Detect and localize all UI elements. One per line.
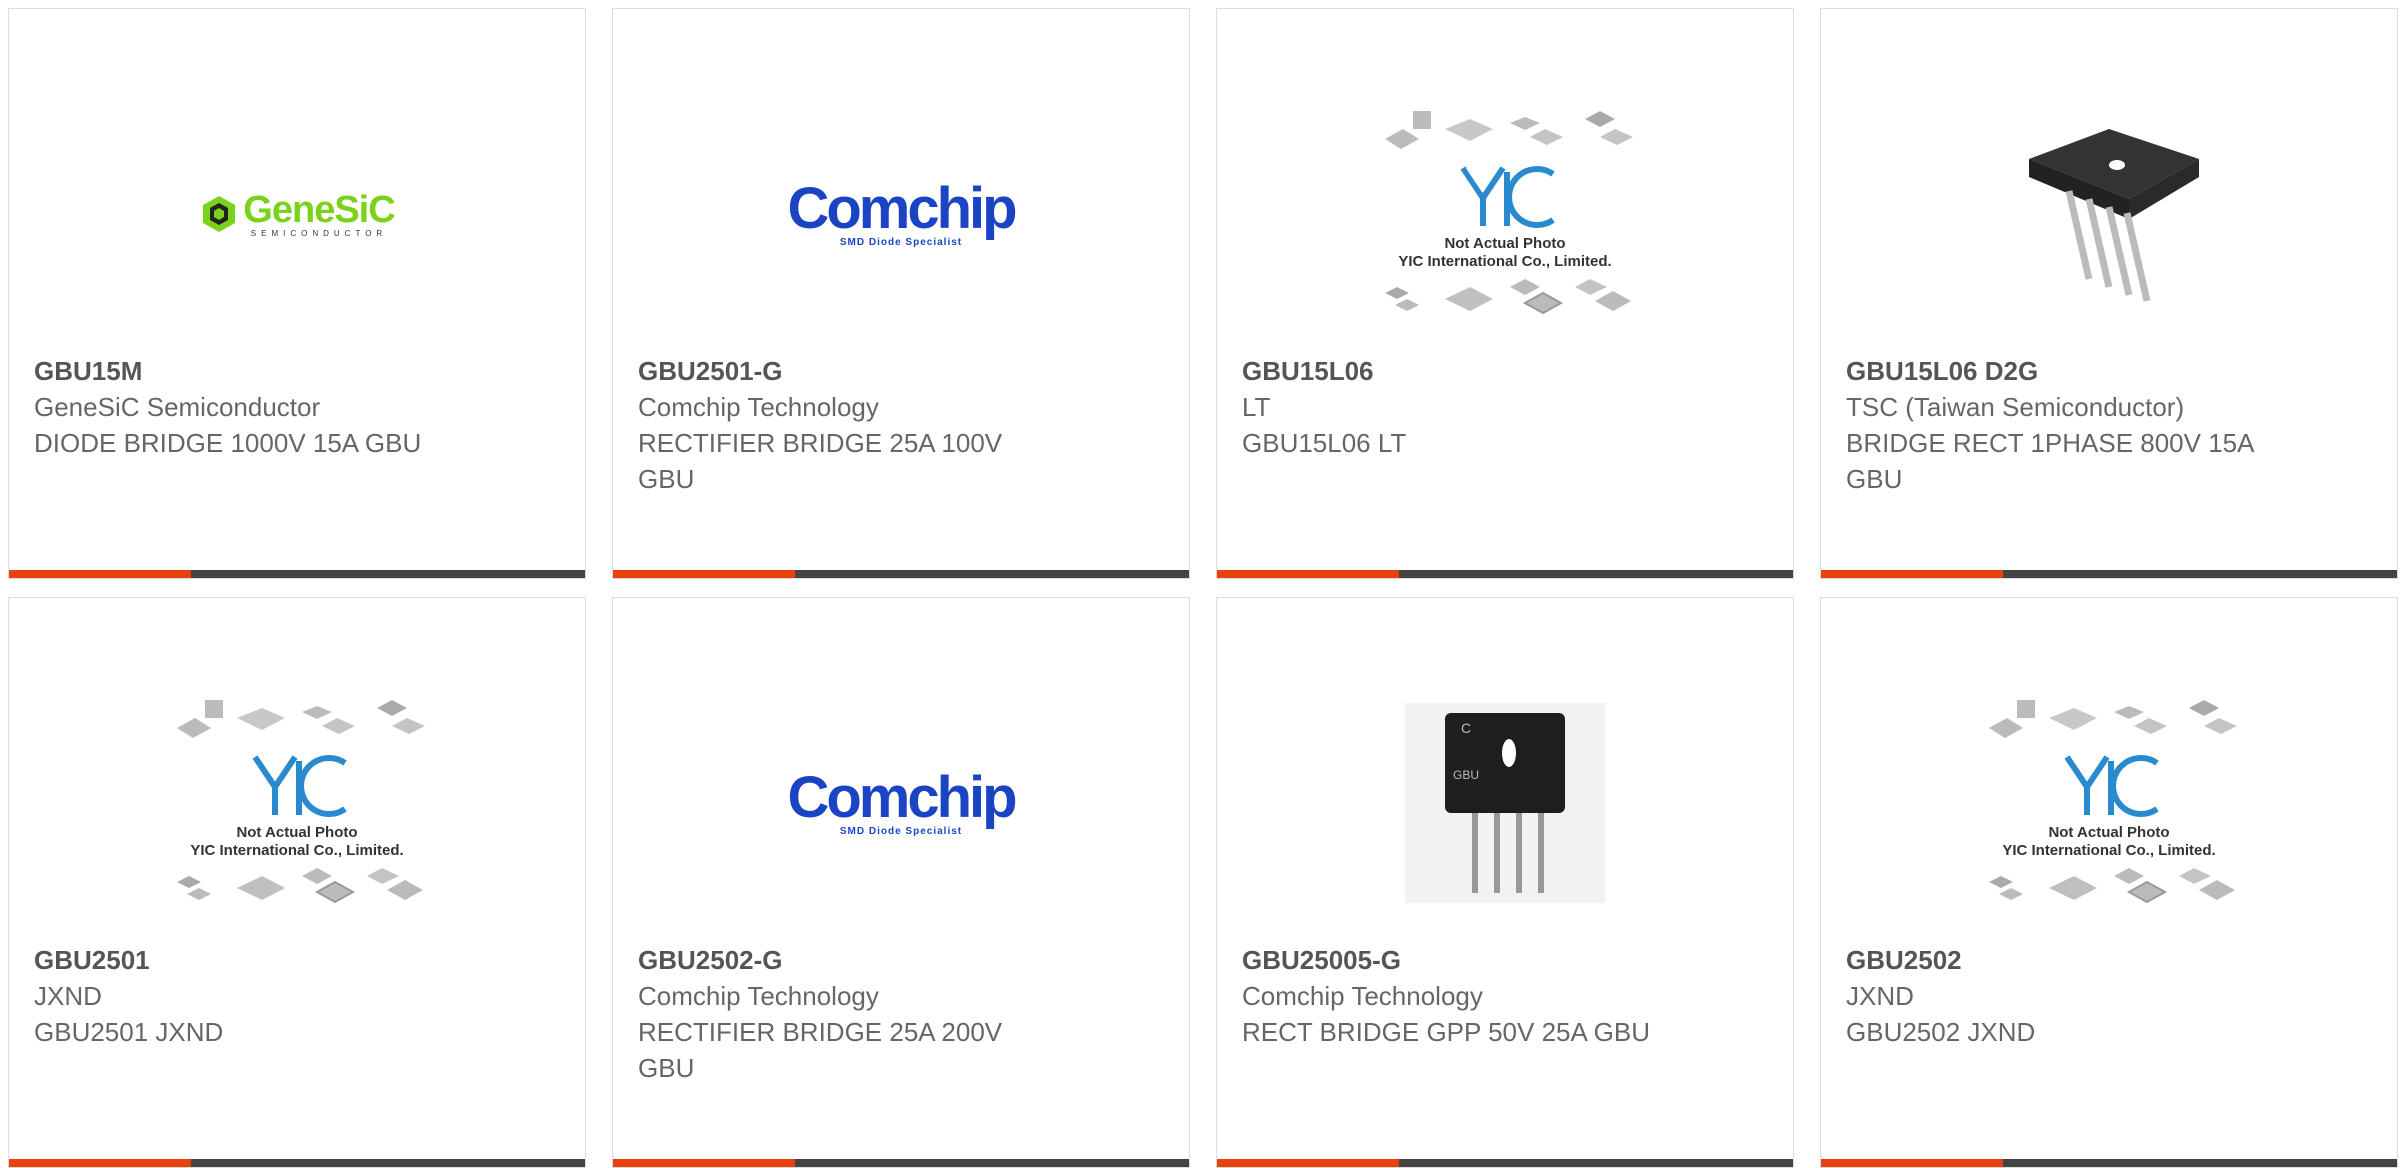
description: BRIDGE RECT 1PHASE 800V 15A GBU <box>1846 428 2254 494</box>
bridge-rectifier-icon <box>2029 129 2199 302</box>
manufacturer: TSC (Taiwan Semiconductor) <box>1846 392 2185 422</box>
yic-placeholder: Not Actual Photo YIC International Co., … <box>167 696 427 911</box>
manufacturer: JXND <box>1846 981 1914 1011</box>
genesic-hex-icon <box>203 196 236 232</box>
product-image[interactable]: Comchip SMD Diode Specialist <box>613 69 1189 359</box>
product-image[interactable]: C GBU <box>1217 658 1793 948</box>
product-card[interactable]: Not Actual Photo YIC International Co., … <box>1820 597 2398 1168</box>
card-footer-bar <box>613 1159 1189 1167</box>
part-number[interactable]: GBU2502-G <box>638 942 1049 978</box>
bridge-rectifier-icon: C GBU <box>1405 703 1605 903</box>
description: RECT BRIDGE GPP 50V 25A GBU <box>1242 1017 1650 1047</box>
yic-logo-icon <box>252 754 347 817</box>
card-footer-bar <box>1217 570 1793 578</box>
product-image[interactable]: Not Actual Photo YIC International Co., … <box>1217 69 1793 359</box>
comchip-logo: Comchip SMD Diode Specialist <box>787 175 1017 248</box>
product-image[interactable]: Comchip SMD Diode Specialist <box>613 658 1189 948</box>
description: GBU2502 JXND <box>1846 1017 2036 1047</box>
product-image[interactable]: Not Actual Photo YIC International Co., … <box>1821 658 2397 948</box>
product-card[interactable]: Not Actual Photo YIC International Co., … <box>1216 8 1794 579</box>
product-image[interactable]: Not Actual Photo YIC International Co., … <box>9 658 585 948</box>
part-number[interactable]: GBU2501 <box>34 942 445 978</box>
yic-placeholder: Not Actual Photo YIC International Co., … <box>1979 696 2239 911</box>
part-number[interactable]: GBU15M <box>34 353 445 389</box>
card-footer-bar <box>9 1159 585 1167</box>
yic-logo-icon <box>1460 165 1555 228</box>
product-card[interactable]: C GBU GBU25005-G Comchip Technology RECT… <box>1216 597 1794 1168</box>
product-card[interactable]: Comchip SMD Diode Specialist GBU2501-G C… <box>612 8 1190 579</box>
comchip-logo: Comchip SMD Diode Specialist <box>787 764 1017 837</box>
chips-top-icon <box>1385 110 1633 149</box>
chips-top-icon <box>177 699 425 738</box>
part-number[interactable]: GBU15L06 <box>1242 353 1653 389</box>
description: GBU2501 JXND <box>34 1017 224 1047</box>
svg-text:GBU: GBU <box>1453 768 1479 782</box>
card-footer-bar <box>1821 570 2397 578</box>
card-footer-bar <box>1821 1159 2397 1167</box>
part-number[interactable]: GBU15L06 D2G <box>1846 353 2257 389</box>
product-image[interactable] <box>1821 69 2397 359</box>
genesic-logo: GeneSiC SEMICONDUCTOR <box>199 191 396 238</box>
manufacturer: Comchip Technology <box>638 981 879 1011</box>
description: RECTIFIER BRIDGE 25A 200V GBU <box>638 1017 1003 1083</box>
manufacturer: JXND <box>34 981 102 1011</box>
yic-logo-icon <box>2064 754 2159 817</box>
product-card[interactable]: Comchip SMD Diode Specialist GBU2502-G C… <box>612 597 1190 1168</box>
part-number[interactable]: GBU2502 <box>1846 942 2257 978</box>
part-number[interactable]: GBU25005-G <box>1242 942 1653 978</box>
part-number[interactable]: GBU2501-G <box>638 353 1049 389</box>
card-footer-bar <box>613 570 1189 578</box>
description: RECTIFIER BRIDGE 25A 100V GBU <box>638 428 1003 494</box>
product-card[interactable]: GeneSiC SEMICONDUCTOR GBU15M GeneSiC Sem… <box>8 8 586 579</box>
card-footer-bar <box>9 570 585 578</box>
product-image[interactable]: GeneSiC SEMICONDUCTOR <box>9 69 585 359</box>
chips-bottom-icon <box>1385 278 1631 314</box>
product-card[interactable]: GBU15L06 D2G TSC (Taiwan Semiconductor) … <box>1820 8 2398 579</box>
product-card[interactable]: Not Actual Photo YIC International Co., … <box>8 597 586 1168</box>
manufacturer: GeneSiC Semiconductor <box>34 392 321 422</box>
chips-top-icon <box>1989 699 2237 738</box>
svg-text:C: C <box>1461 720 1471 736</box>
chips-bottom-icon <box>1989 867 2235 903</box>
description: DIODE BRIDGE 1000V 15A GBU <box>34 428 422 458</box>
manufacturer: LT <box>1242 392 1271 422</box>
manufacturer: Comchip Technology <box>638 392 879 422</box>
manufacturer: Comchip Technology <box>1242 981 1483 1011</box>
yic-placeholder: Not Actual Photo YIC International Co., … <box>1375 107 1635 322</box>
description: GBU15L06 LT <box>1242 428 1407 458</box>
chips-bottom-icon <box>177 867 423 903</box>
card-footer-bar <box>1217 1159 1793 1167</box>
